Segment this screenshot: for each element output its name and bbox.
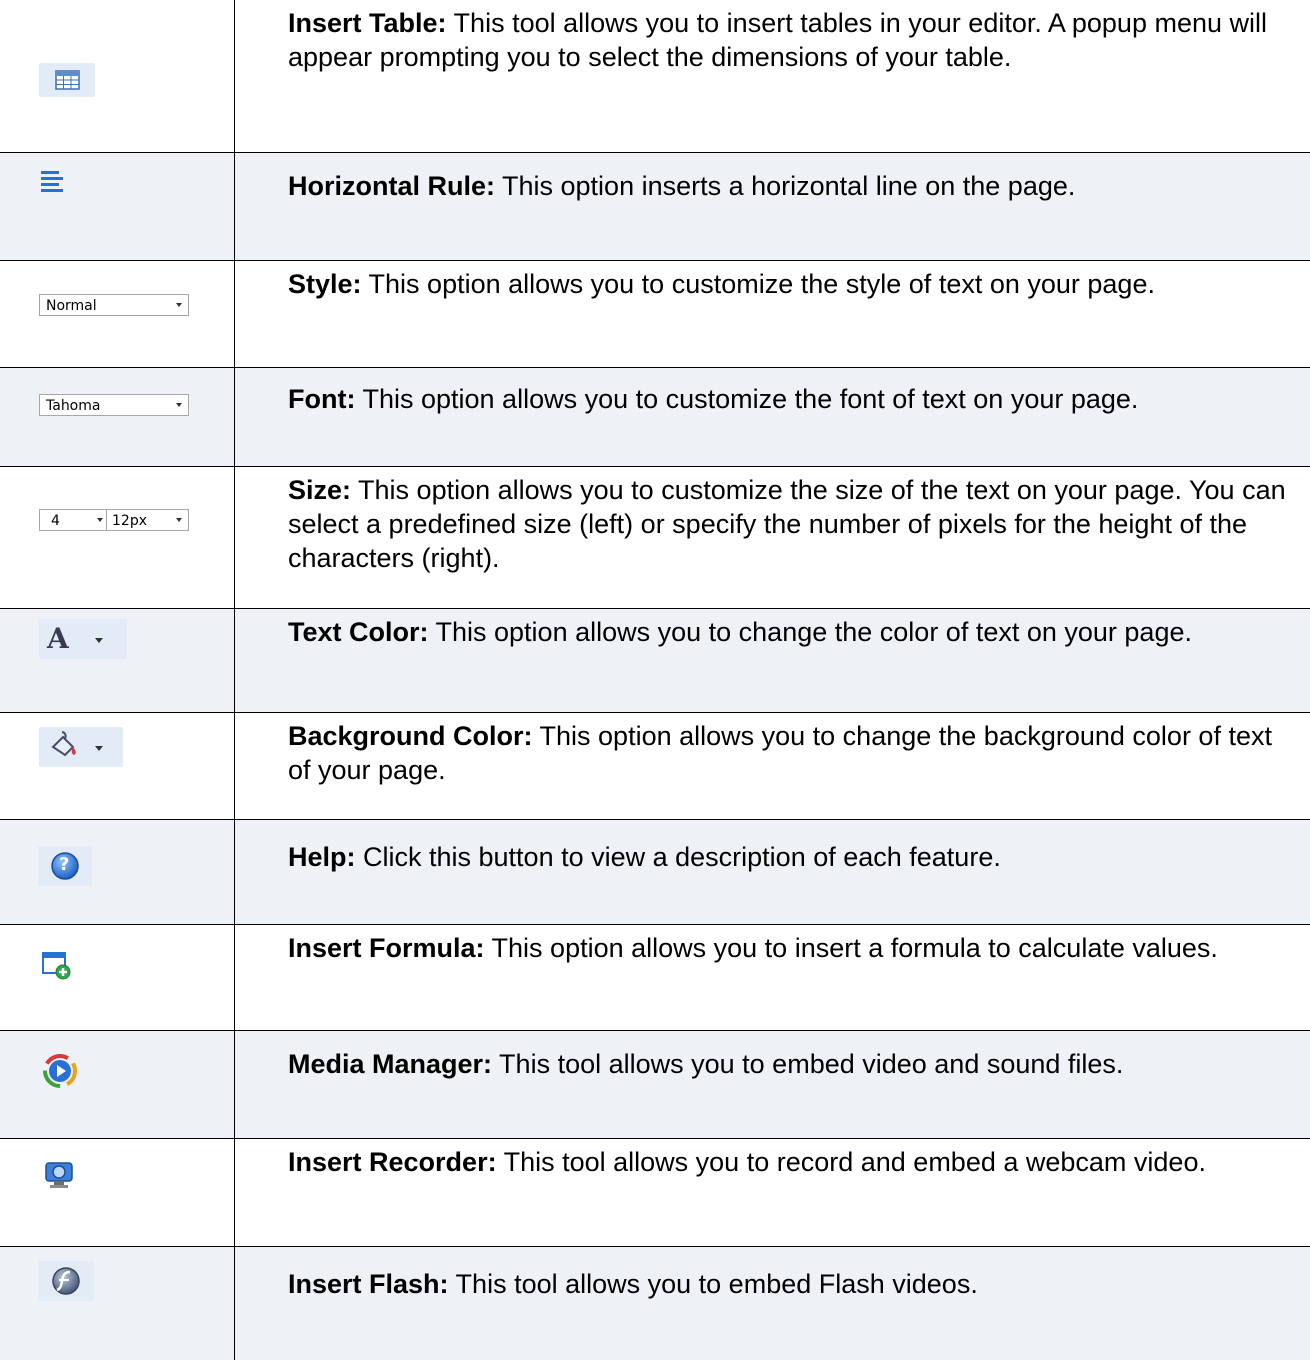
style-select[interactable]: Normal (39, 294, 189, 316)
row-desc: This tool allows you to embed Flash vide… (448, 1269, 978, 1299)
row-text: Font: This option allows you to customiz… (288, 382, 1296, 416)
row-desc: This tool allows you to embed video and … (492, 1049, 1124, 1079)
text-color-icon[interactable]: A (39, 619, 127, 659)
row-desc: This option allows you to customize the … (361, 269, 1155, 299)
table-row: ? Help: Click this button to view a desc… (0, 820, 1310, 925)
row-term: Help: (288, 842, 356, 872)
row-text: Insert Recorder: This tool allows you to… (288, 1145, 1296, 1179)
row-desc: This tool allows you to record and embed… (496, 1147, 1206, 1177)
row-desc: This option allows you to insert a formu… (484, 933, 1218, 963)
chevron-down-icon (176, 303, 182, 307)
row-desc: Click this button to view a description … (355, 842, 1001, 872)
flash-icon[interactable] (38, 1261, 94, 1301)
size-select[interactable]: 4 12px (39, 509, 189, 531)
table-row: Media Manager: This tool allows you to e… (0, 1031, 1310, 1139)
row-text: Style: This option allows you to customi… (288, 267, 1296, 301)
row-text: Horizontal Rule: This option inserts a h… (288, 169, 1296, 203)
row-desc: This option allows you to customize the … (355, 384, 1139, 414)
row-term: Horizontal Rule: (288, 171, 495, 201)
icon-cell (0, 713, 234, 820)
row-text: Insert Table: This tool allows you to in… (288, 6, 1296, 74)
chevron-down-icon (97, 518, 103, 522)
table-row: Insert Recorder: This tool allows you to… (0, 1139, 1310, 1247)
table-row: 4 12px Size: This option allows you to c… (0, 467, 1310, 609)
row-term: Insert Flash: (288, 1269, 449, 1299)
help-icon[interactable]: ? (38, 846, 92, 886)
table-row: Horizontal Rule: This option inserts a h… (0, 153, 1310, 261)
icon-cell: ? (0, 820, 234, 925)
table-row: Normal Style: This option allows you to … (0, 261, 1310, 368)
chevron-down-icon (176, 518, 182, 522)
chevron-down-icon (95, 638, 103, 643)
icon-cell (0, 1247, 234, 1360)
icon-cell: Tahoma (0, 368, 234, 467)
icon-cell: Normal (0, 261, 234, 368)
row-term: Insert Recorder: (288, 1147, 497, 1177)
row-desc: This option allows you to customize the … (288, 475, 1286, 573)
chevron-down-icon (176, 403, 182, 407)
chevron-down-icon (95, 746, 103, 751)
row-term: Insert Table: (288, 8, 447, 38)
table-row: Insert Flash: This tool allows you to em… (0, 1247, 1310, 1360)
row-term: Font: (288, 384, 356, 414)
table-row: Tahoma Font: This option allows you to c… (0, 368, 1310, 467)
horizontal-rule-icon[interactable] (38, 165, 94, 199)
icon-cell (0, 925, 234, 1031)
style-select-value: Normal (46, 298, 97, 314)
row-text: Size: This option allows you to customiz… (288, 473, 1296, 575)
media-manager-icon[interactable] (40, 1051, 80, 1091)
row-term: Size: (288, 475, 352, 505)
row-text: Background Color: This option allows you… (288, 719, 1296, 787)
icon-cell (0, 1139, 234, 1247)
row-term: Background Color: (288, 721, 533, 751)
size-select-left-value: 4 (51, 513, 60, 529)
table-row: Insert Table: This tool allows you to in… (0, 0, 1310, 153)
row-term: Style: (288, 269, 362, 299)
icon-cell (0, 1031, 234, 1139)
font-select[interactable]: Tahoma (39, 394, 189, 416)
row-text: Insert Formula: This option allows you t… (288, 931, 1296, 965)
row-term: Insert Formula: (288, 933, 485, 963)
row-term: Media Manager: (288, 1049, 493, 1079)
help-glyph: ? (59, 854, 70, 875)
row-desc: This option inserts a horizontal line on… (495, 171, 1076, 201)
webcam-icon[interactable] (40, 1155, 80, 1195)
icon-cell (0, 153, 234, 261)
row-text: Media Manager: This tool allows you to e… (288, 1047, 1296, 1081)
text-color-glyph: A (47, 622, 69, 655)
icon-cell: 4 12px (0, 467, 234, 609)
paint-bucket-icon[interactable] (39, 727, 123, 767)
icon-cell: A (0, 609, 234, 713)
table-row: Background Color: This option allows you… (0, 713, 1310, 820)
table-row: Insert Formula: This option allows you t… (0, 925, 1310, 1031)
row-text: Help: Click this button to view a descri… (288, 840, 1296, 874)
icon-cell (0, 0, 234, 153)
row-term: Text Color: (288, 617, 429, 647)
row-desc: This option allows you to change the col… (428, 617, 1192, 647)
table-icon[interactable] (39, 63, 95, 97)
table-row: A Text Color: This option allows you to … (0, 609, 1310, 713)
font-select-value: Tahoma (46, 398, 101, 414)
row-text: Text Color: This option allows you to ch… (288, 615, 1296, 649)
row-text: Insert Flash: This tool allows you to em… (288, 1267, 1296, 1301)
size-select-right-value: 12px (112, 513, 147, 529)
insert-formula-icon[interactable] (40, 949, 80, 989)
